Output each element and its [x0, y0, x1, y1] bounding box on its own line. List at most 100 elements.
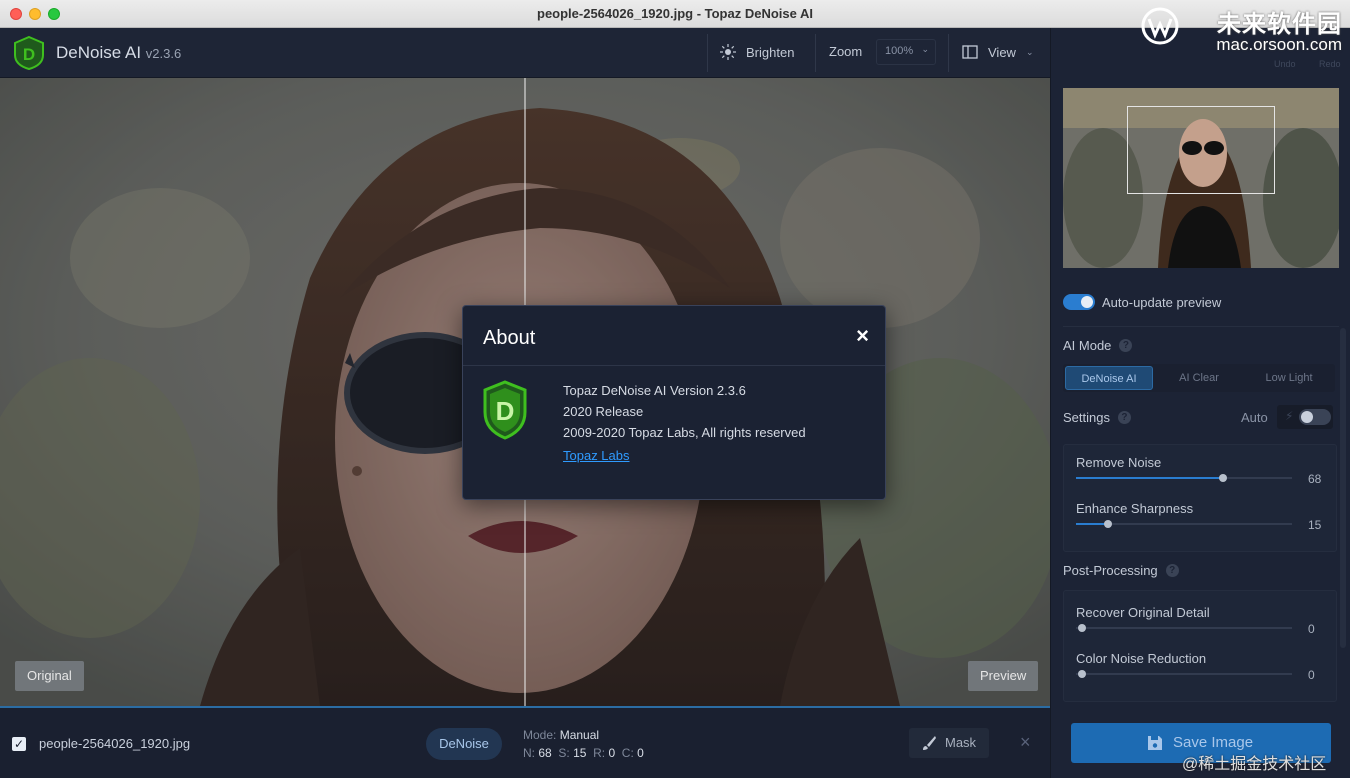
post-processing-header: Post-Processing ? [1063, 563, 1179, 578]
release-line: 2020 Release [563, 404, 644, 419]
topaz-labs-link[interactable]: Topaz Labs [563, 448, 630, 463]
slider-track[interactable] [1076, 474, 1292, 482]
copyright-line: 2009-2020 Topaz Labs, All rights reserve… [563, 425, 806, 440]
ai-mode-ai-clear[interactable]: AI Clear [1155, 366, 1243, 390]
slider-handle[interactable] [1078, 670, 1086, 678]
chevron-down-icon: ⌄ [921, 44, 929, 54]
r-prefix: R: [593, 746, 606, 760]
app-version: v2.3.6 [145, 46, 182, 61]
sun-icon [720, 44, 736, 60]
settings-auto-switch[interactable]: ⚡ [1277, 405, 1333, 429]
app-name: DeNoise AI v2.3.6 [56, 43, 181, 63]
n-value: 68 [538, 746, 552, 760]
undo-button[interactable]: Undo [1274, 59, 1296, 69]
dialog-divider [463, 365, 885, 366]
brush-icon [923, 736, 936, 750]
s-value: 15 [573, 746, 587, 760]
corner-watermark: @稀土掘金技术社区 [1182, 756, 1327, 773]
save-image-label: Save Image [1173, 734, 1254, 751]
navigator-thumbnail[interactable] [1063, 88, 1339, 268]
slider-handle[interactable] [1218, 474, 1227, 482]
ai-mode-segmented-control: DeNoise AI AI Clear Low Light [1063, 364, 1335, 392]
remove-file-close-icon[interactable]: × [1020, 732, 1031, 753]
auto-update-toggle[interactable] [1063, 294, 1095, 310]
slider-value: 0 [1308, 668, 1315, 682]
slider-fill [1076, 477, 1223, 479]
c-value: 0 [637, 746, 644, 760]
zoom-value: 100% [885, 45, 914, 57]
watermark: 未来软件园 mac.orsoon.com [1216, 4, 1342, 55]
model-pill[interactable]: DeNoise [426, 728, 502, 760]
slider-label: Recover Original Detail [1076, 605, 1210, 620]
watermark-brand: 未来软件园 [1217, 10, 1342, 38]
slider-handle[interactable] [1078, 624, 1086, 632]
slider-label: Enhance Sharpness [1076, 501, 1194, 516]
file-name: people-2564026_1920.jpg [39, 736, 191, 751]
header-divider [948, 34, 949, 72]
split-view-icon [962, 45, 978, 59]
ai-mode-denoise-ai[interactable]: DeNoise AI [1065, 366, 1153, 390]
mode-value: Manual [559, 728, 600, 742]
app-window: people-2564026_1920.jpg - Topaz DeNoise … [0, 0, 1350, 778]
chevron-down-icon: ⌄ [1025, 46, 1034, 57]
settings-card: Remove Noise 68 Enhance Sharpness 15 [1063, 444, 1337, 552]
slider-handle[interactable] [1104, 520, 1113, 528]
slider-label: Remove Noise [1076, 455, 1162, 470]
slider-value: 15 [1308, 518, 1322, 532]
slider-label: Color Noise Reduction [1076, 651, 1207, 666]
s-prefix: S: [558, 746, 570, 760]
post-processing-title: Post-Processing [1063, 563, 1158, 578]
view-button[interactable]: View ⌄ [962, 44, 1034, 60]
brighten-label: Brighten [746, 44, 795, 60]
floppy-disk-icon [1148, 736, 1162, 750]
c-prefix: C: [621, 746, 634, 760]
svg-text:D: D [23, 45, 35, 64]
watermark-logo-icon [1141, 7, 1179, 45]
zoom-select[interactable]: 100% ⌄ [876, 39, 936, 65]
about-dialog: About × D Topaz DeNoise AI Version 2.3.6… [462, 305, 886, 500]
n-prefix: N: [523, 746, 535, 760]
app-name-text: DeNoise AI [56, 43, 142, 62]
auto-update-label: Auto-update preview [1102, 295, 1222, 310]
watermark-url: mac.orsoon.com [1216, 35, 1342, 54]
r-value: 0 [608, 746, 616, 760]
help-icon[interactable]: ? [1117, 411, 1131, 424]
panel-scrollbar[interactable] [1340, 328, 1346, 648]
settings-panel: Undo Redo Auto-update preview AI Mode ? … [1050, 28, 1350, 778]
slider-value: 68 [1308, 472, 1322, 486]
dialog-title: About [483, 327, 536, 349]
slider-track[interactable] [1076, 624, 1292, 632]
app-header: D DeNoise AI v2.3.6 Brighten Zoom 100% ⌄ [0, 28, 1050, 78]
header-divider [815, 34, 816, 72]
preview-label-button[interactable]: Preview [968, 661, 1039, 691]
header-divider [707, 34, 708, 72]
settings-auto-toggle[interactable] [1299, 409, 1331, 425]
original-label-button[interactable]: Original [15, 661, 84, 691]
settings-title: Settings [1063, 410, 1110, 425]
mode-summary: Mode: Manual N: 68 S: 15 R: 0 C: 0 [523, 726, 644, 762]
ai-mode-header: AI Mode ? [1063, 338, 1133, 353]
mode-prefix: Mode: [523, 728, 557, 742]
slider-track[interactable] [1076, 520, 1292, 528]
help-icon[interactable]: ? [1165, 564, 1179, 577]
settings-header: Settings ? [1063, 410, 1131, 425]
lightning-icon: ⚡ [1285, 409, 1294, 423]
close-icon[interactable]: × [856, 325, 869, 347]
settings-auto-label: Auto [1241, 410, 1268, 425]
redo-button[interactable]: Redo [1319, 59, 1341, 69]
denoise-logo-icon: D [483, 380, 527, 440]
viewport-frame[interactable] [1127, 106, 1275, 194]
about-info: Topaz DeNoise AI Version 2.3.6 2020 Rele… [563, 380, 806, 443]
version-line: Topaz DeNoise AI Version 2.3.6 [563, 383, 746, 398]
mask-label: Mask [945, 735, 977, 750]
view-label: View [988, 44, 1016, 60]
slider-value: 0 [1308, 622, 1315, 636]
file-checkbox[interactable]: ✓ [12, 737, 26, 751]
ai-mode-low-light[interactable]: Low Light [1245, 366, 1333, 390]
zoom-label: Zoom [829, 44, 863, 59]
section-divider [1063, 326, 1339, 327]
brighten-button[interactable]: Brighten [720, 44, 794, 60]
slider-track[interactable] [1076, 670, 1292, 678]
mask-button[interactable]: Mask [909, 728, 989, 758]
help-icon[interactable]: ? [1119, 339, 1133, 352]
